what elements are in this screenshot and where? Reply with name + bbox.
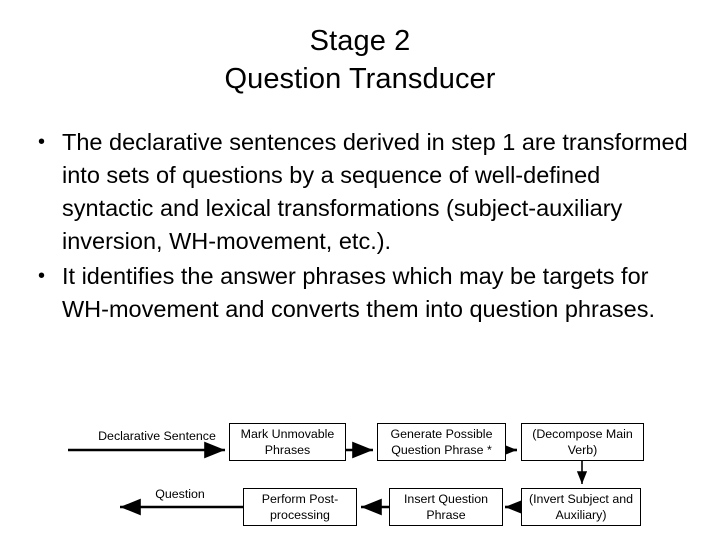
- flow-node-mark-unmovable-phrases[interactable]: Mark Unmovable Phrases: [229, 423, 346, 461]
- bullet-item-2: • It identifies the answer phrases which…: [26, 260, 698, 326]
- bullet-item-1: • The declarative sentences derived in s…: [26, 126, 698, 258]
- bullet-marker-icon: •: [38, 265, 46, 287]
- flow-node-label: Mark Unmovable Phrases: [240, 427, 335, 457]
- title-line-2: Question Transducer: [224, 63, 496, 95]
- bullet-text-1: The declarative sentences derived in ste…: [62, 129, 688, 254]
- bullet-marker-icon: •: [38, 131, 46, 153]
- flow-node-perform-post-processing[interactable]: Perform Post-processing: [243, 488, 357, 526]
- body-content: • The declarative sentences derived in s…: [26, 126, 698, 328]
- flow-node-label: (Decompose Main Verb): [532, 427, 633, 457]
- flow-node-invert-subject-and-auxiliary[interactable]: (Invert Subject and Auxiliary): [521, 488, 641, 526]
- edge-label-declarative-sentence: Declarative Sentence: [98, 429, 216, 443]
- flow-node-insert-question-phrase[interactable]: Insert Question Phrase: [389, 488, 503, 526]
- bullet-text-2: It identifies the answer phrases which m…: [62, 263, 655, 322]
- flow-node-label: Perform Post-processing: [261, 492, 339, 522]
- edge-label-question: Question: [155, 487, 205, 501]
- page-title: Stage 2 Question Transducer: [0, 22, 720, 98]
- flow-node-label: (Invert Subject and Auxiliary): [528, 492, 633, 522]
- flow-node-label: Generate Possible Question Phrase *: [390, 427, 493, 457]
- title-line-1: Stage 2: [309, 25, 411, 57]
- flow-node-decompose-main-verb[interactable]: (Decompose Main Verb): [521, 423, 644, 461]
- slide-canvas: Stage 2 Question Transducer • The declar…: [0, 0, 720, 540]
- flow-node-generate-possible-question-phrase[interactable]: Generate Possible Question Phrase *: [377, 423, 506, 461]
- flow-node-label: Insert Question Phrase: [403, 492, 489, 522]
